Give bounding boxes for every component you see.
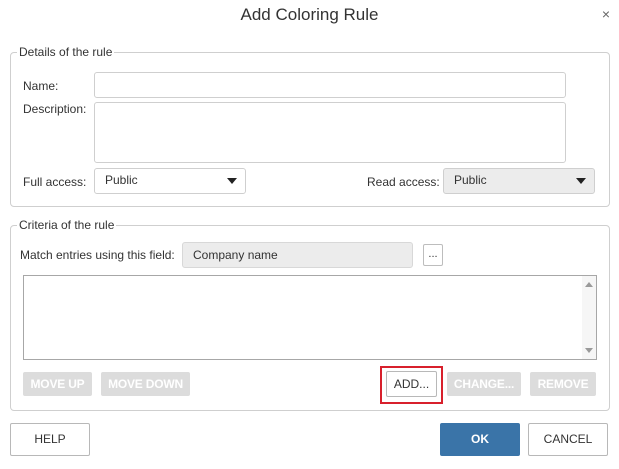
dialog-title: Add Coloring Rule (240, 5, 379, 24)
read-access-value: Public (454, 173, 487, 187)
move-down-button[interactable]: MOVE DOWN (101, 372, 190, 396)
details-legend: Details of the rule (19, 45, 113, 59)
description-label: Description: (23, 102, 87, 116)
ok-button[interactable]: OK (440, 423, 520, 456)
change-button[interactable]: CHANGE... (447, 372, 521, 396)
cancel-button[interactable]: CANCEL (528, 423, 608, 456)
list-scrollbar[interactable] (582, 276, 596, 359)
match-field-value: Company name (182, 242, 413, 268)
full-access-select[interactable]: Public (94, 168, 246, 194)
full-access-value: Public (105, 173, 138, 187)
name-label: Name: (23, 79, 59, 93)
help-button[interactable]: HELP (10, 423, 90, 456)
match-field-label: Match entries using this field: (20, 248, 175, 262)
criteria-legend: Criteria of the rule (19, 218, 115, 232)
add-button[interactable]: ADD... (386, 371, 437, 397)
scroll-up-icon[interactable] (585, 282, 593, 287)
criteria-list[interactable] (23, 275, 597, 360)
remove-button[interactable]: REMOVE (530, 372, 596, 396)
chevron-down-icon (576, 178, 586, 184)
scroll-down-icon[interactable] (585, 348, 593, 353)
dialog-titlebar: Add Coloring Rule × (0, 0, 619, 32)
chevron-down-icon (227, 178, 237, 184)
read-access-select[interactable]: Public (443, 168, 595, 194)
move-up-button[interactable]: MOVE UP (23, 372, 92, 396)
choose-field-button[interactable]: ... (423, 244, 443, 266)
close-icon[interactable]: × (599, 7, 613, 21)
read-access-label: Read access: (367, 175, 440, 189)
name-input[interactable] (94, 72, 566, 98)
description-textarea[interactable] (94, 102, 566, 163)
full-access-label: Full access: (23, 175, 87, 189)
